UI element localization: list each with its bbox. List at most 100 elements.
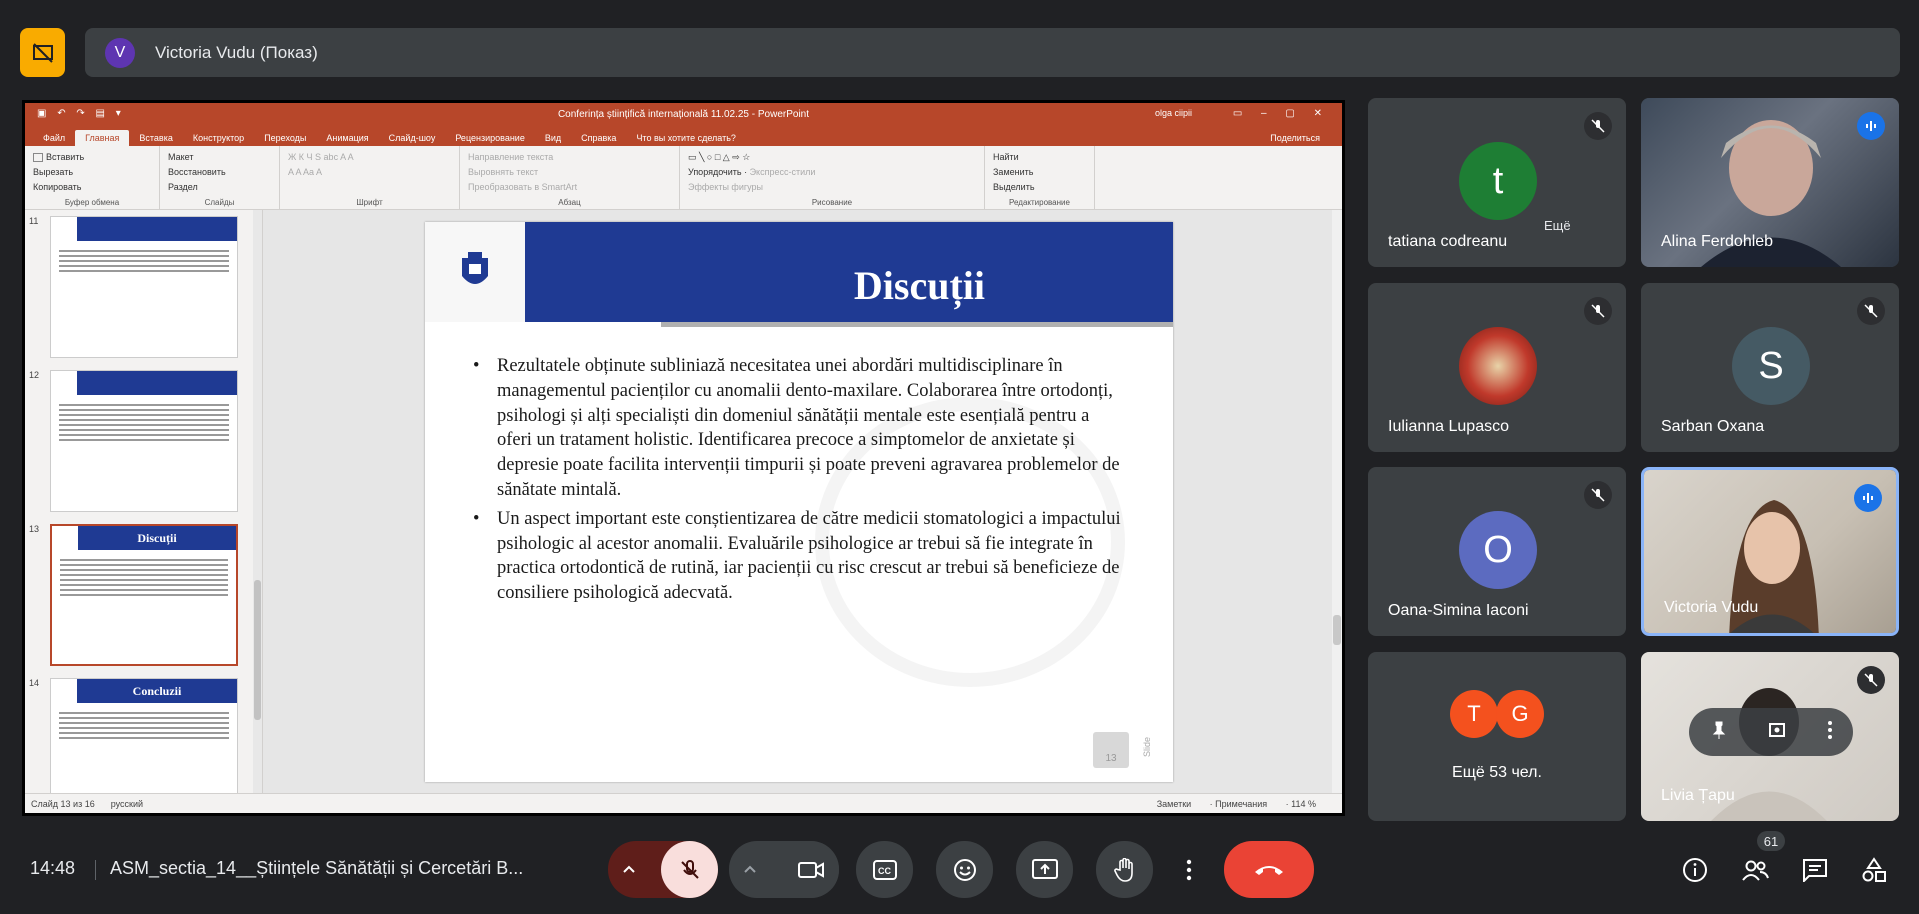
more-options-button[interactable] [1166, 841, 1211, 898]
participant-tile-active[interactable]: Victoria Vudu [1641, 467, 1899, 636]
end-call-button[interactable] [1224, 841, 1314, 898]
ppt-window-controls-icon[interactable]: ▭ – ▢ ✕ [1233, 108, 1330, 119]
smartart-button[interactable]: Преобразовать в SmartArt [468, 180, 671, 195]
text-direction-button[interactable]: Направление текста [468, 150, 671, 165]
zoom-level[interactable]: 114 % [1291, 799, 1316, 809]
slide-counter: Слайд 13 из 16 [31, 798, 95, 809]
arrange-button[interactable]: Упорядочить [688, 167, 742, 177]
slide-bullets: Rezultatele obținute subliniază necesita… [473, 354, 1123, 610]
captions-button[interactable]: CC [856, 841, 913, 898]
reset-button[interactable]: Восстановить [168, 165, 271, 180]
thumb-number: 12 [29, 370, 40, 380]
present-screen-button[interactable] [1016, 841, 1073, 898]
ppt-tab[interactable]: Анимация [316, 130, 378, 146]
participant-tile[interactable]: t Ещё tatiana codreanu [1368, 98, 1626, 267]
activities-icon[interactable] [1858, 854, 1890, 886]
mic-toggle-button[interactable] [661, 841, 718, 898]
pin-icon[interactable] [1709, 720, 1729, 745]
ppt-tab[interactable]: Конструктор [183, 130, 254, 146]
current-slide[interactable]: Discuții Rezultatele obținute subliniază… [425, 222, 1173, 782]
slide-thumbnail-selected[interactable]: Discuții [50, 524, 238, 666]
slide-thumbnail[interactable]: Concluzii [50, 678, 238, 793]
slide-scrollbar[interactable] [1332, 210, 1342, 793]
find-button[interactable]: Найти [993, 150, 1086, 165]
comments-button[interactable]: Примечания [1215, 799, 1267, 809]
chat-icon[interactable] [1799, 854, 1831, 886]
raise-hand-button[interactable] [1096, 841, 1153, 898]
ppt-tab[interactable]: Файл [33, 130, 75, 146]
presenter-avatar: V [105, 37, 135, 68]
thumb-number: 14 [29, 678, 40, 688]
ppt-tab[interactable]: Слайд-шоу [379, 130, 446, 146]
clock: 14:48 [30, 858, 76, 878]
mic-off-icon [1857, 666, 1885, 694]
ppt-share-button[interactable]: Поделиться [1260, 130, 1330, 146]
emoji-button[interactable] [936, 841, 993, 898]
paste-button[interactable]: Вставить [46, 152, 84, 162]
meet-window: V Victoria Vudu (Показ) ▣ ↶ ↷ ▤ ▾ Confer… [0, 0, 1919, 914]
copy-button[interactable]: Копировать [33, 180, 151, 195]
slide-thumbnail[interactable] [50, 370, 238, 512]
mic-options-chevron-icon[interactable] [622, 861, 636, 879]
participant-tile[interactable]: Iulianna Lupasco [1368, 283, 1626, 452]
ppt-tab-home[interactable]: Главная [75, 130, 130, 146]
participant-name: Sarban Oxana [1661, 418, 1765, 435]
more-options-icon[interactable] [1827, 720, 1833, 745]
meeting-info-icon[interactable] [1679, 854, 1711, 886]
ppt-tab[interactable]: Вид [535, 130, 571, 146]
select-button[interactable]: Выделить [993, 180, 1086, 195]
align-text-button[interactable]: Выровнять текст [468, 165, 671, 180]
more-participants-label: Ещё 53 чел. [1452, 764, 1542, 781]
layout-button[interactable]: Макет [168, 150, 271, 165]
thumb-number: 13 [29, 524, 40, 534]
shapes-gallery-icon[interactable]: ▭ ╲ ○ □ △ ⇨ ☆ [688, 150, 976, 165]
presenter-bar[interactable]: V Victoria Vudu (Показ) [85, 28, 1900, 77]
quick-styles-button[interactable]: Экспресс-стили [750, 167, 816, 177]
divider [95, 860, 96, 880]
thumbnails-scrollbar[interactable] [253, 210, 262, 793]
ribbon-caption: Рисование [811, 198, 853, 207]
ppt-tab[interactable]: Справка [571, 130, 626, 146]
participant-avatar: T [1450, 690, 1498, 738]
ribbon-group-editing: Найти Заменить Выделить Редактирование [985, 146, 1095, 209]
ppt-tab[interactable]: Переходы [254, 130, 316, 146]
bullet-item: Un aspect important este conștientizarea… [473, 507, 1123, 606]
participant-tile[interactable]: O Oana-Simina Iaconi [1368, 467, 1626, 636]
cut-button[interactable]: Вырезать [33, 165, 151, 180]
ppt-tab[interactable]: Рецензирование [445, 130, 535, 146]
camera-options-chevron-icon[interactable] [743, 861, 757, 879]
participant-avatar: t [1459, 142, 1537, 220]
people-icon[interactable] [1739, 854, 1771, 886]
participant-name: tatiana codreanu [1388, 233, 1508, 250]
frame-icon[interactable] [1768, 720, 1788, 745]
font-format-icons[interactable]: Ж К Ч S abc A A [288, 150, 451, 165]
ppt-tab[interactable]: Вставка [129, 130, 182, 146]
replace-button[interactable]: Заменить [993, 165, 1086, 180]
ppt-ribbon-tabs: Файл Главная Вставка Конструктор Переход… [25, 126, 1342, 146]
ppt-user-name: olga ciipii [1154, 108, 1192, 118]
section-button[interactable]: Раздел [168, 180, 271, 195]
shared-screen: ▣ ↶ ↷ ▤ ▾ Conferința științifică interna… [22, 100, 1345, 816]
ppt-quick-access-icons[interactable]: ▣ ↶ ↷ ▤ ▾ [37, 108, 125, 119]
more-participants-tile[interactable]: T G Ещё 53 чел. [1368, 652, 1626, 821]
language-indicator[interactable]: русский [111, 799, 143, 809]
bullet-item: Rezultatele obținute subliniază necesita… [473, 354, 1123, 503]
participant-avatar: G [1496, 690, 1544, 738]
camera-toggle-button[interactable] [782, 841, 839, 898]
notes-button[interactable]: Заметки [1157, 799, 1191, 809]
participant-tile[interactable]: Alina Ferdohleb [1641, 98, 1899, 267]
slide-thumbnails-pane: 11 12 13 Discuții 14 Concluzii [25, 210, 263, 793]
ppt-ribbon: Вставить Вырезать Копировать Буфер обмен… [25, 146, 1342, 210]
participant-tile[interactable]: S Sarban Oxana [1641, 283, 1899, 452]
ppt-workspace: 11 12 13 Discuții 14 Concluzii Discuții … [25, 210, 1342, 793]
participant-name: Iulianna Lupasco [1388, 418, 1509, 435]
presentation-indicator-icon[interactable] [20, 28, 65, 77]
svg-text:CC: CC [878, 866, 891, 876]
slide-thumbnail[interactable] [50, 216, 238, 358]
shape-effects-button[interactable]: Эффекты фигуры [688, 180, 976, 195]
ppt-tell-me[interactable]: Что вы хотите сделать? [626, 130, 746, 146]
participant-tile[interactable]: Livia Țapu [1641, 652, 1899, 821]
font-size-icons[interactable]: A A Aa A [288, 165, 451, 180]
thumb-title: Concluzii [77, 679, 237, 703]
people-count-badge: 61 [1757, 831, 1785, 851]
